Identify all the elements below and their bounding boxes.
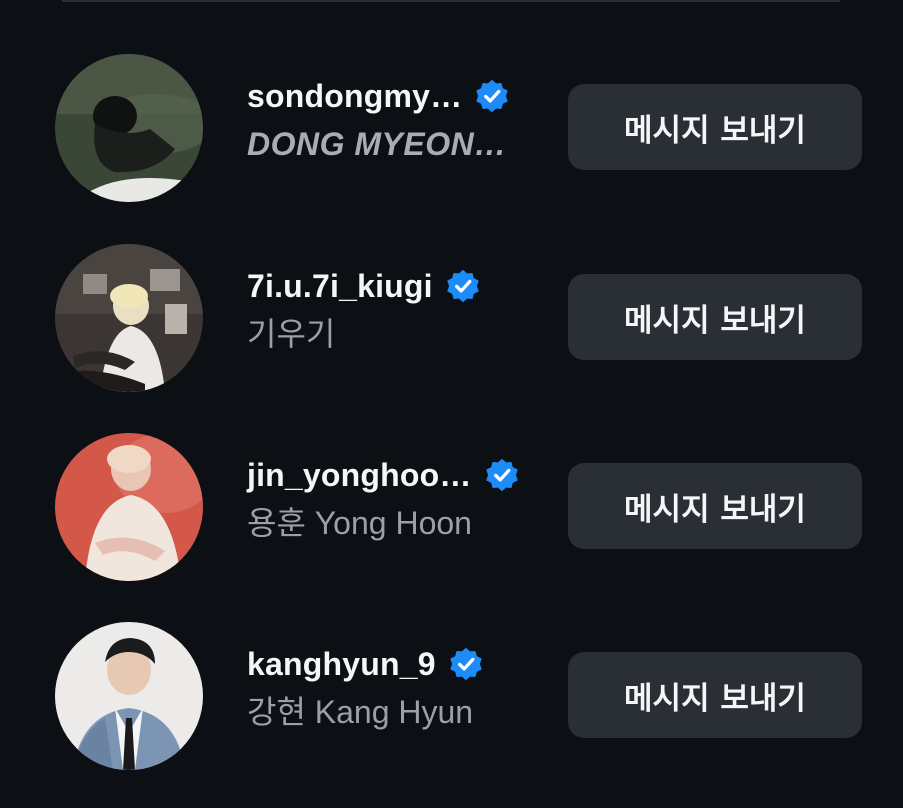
username[interactable]: 7i.u.7i_kiugi [247, 268, 433, 305]
full-name: 강현 Kang Hyun [247, 694, 474, 730]
account-text: 7i.u.7i_kiugi 기우기 [247, 264, 547, 356]
username[interactable]: sondongmy… [247, 78, 462, 115]
list-item[interactable]: sondongmy… DONG MYEON… 메시지 보내기 [0, 32, 903, 222]
avatar[interactable] [55, 244, 203, 392]
account-text: jin_yonghoo… 용훈 Yong Hoon [247, 453, 547, 545]
send-message-button[interactable]: 메시지 보내기 [568, 84, 862, 170]
list-item[interactable]: jin_yonghoo… 용훈 Yong Hoon 메시지 보내기 [0, 411, 903, 601]
avatar[interactable] [55, 433, 203, 581]
list-item[interactable]: 7i.u.7i_kiugi 기우기 메시지 보내기 [0, 222, 903, 412]
list-item[interactable]: kanghyun_9 강현 Kang Hyun 메시지 보내기 [0, 600, 903, 790]
profile-photo [55, 433, 203, 581]
verified-badge-icon [447, 269, 479, 303]
profile-photo [55, 622, 203, 770]
username[interactable]: kanghyun_9 [247, 646, 436, 683]
divider [62, 0, 840, 2]
avatar[interactable] [55, 622, 203, 770]
verified-badge-icon [476, 79, 509, 113]
account-text: kanghyun_9 강현 Kang Hyun [247, 642, 547, 734]
verified-badge-icon [485, 458, 518, 492]
send-message-button[interactable]: 메시지 보내기 [568, 652, 862, 738]
suggested-accounts-list: sondongmy… DONG MYEON… 메시지 보내기 7i.u.7i_k… [0, 0, 903, 808]
full-name: 기우기 [247, 316, 336, 352]
send-message-button[interactable]: 메시지 보내기 [568, 463, 862, 549]
send-message-button[interactable]: 메시지 보내기 [568, 274, 862, 360]
avatar[interactable] [55, 54, 203, 202]
username[interactable]: jin_yonghoo… [247, 457, 472, 494]
full-name: DONG MYEON… [247, 126, 507, 162]
full-name: 용훈 Yong Hoon [247, 505, 472, 541]
profile-photo [55, 244, 203, 392]
account-text: sondongmy… DONG MYEON… [247, 74, 547, 166]
profile-photo [55, 54, 203, 202]
verified-badge-icon [449, 647, 482, 681]
